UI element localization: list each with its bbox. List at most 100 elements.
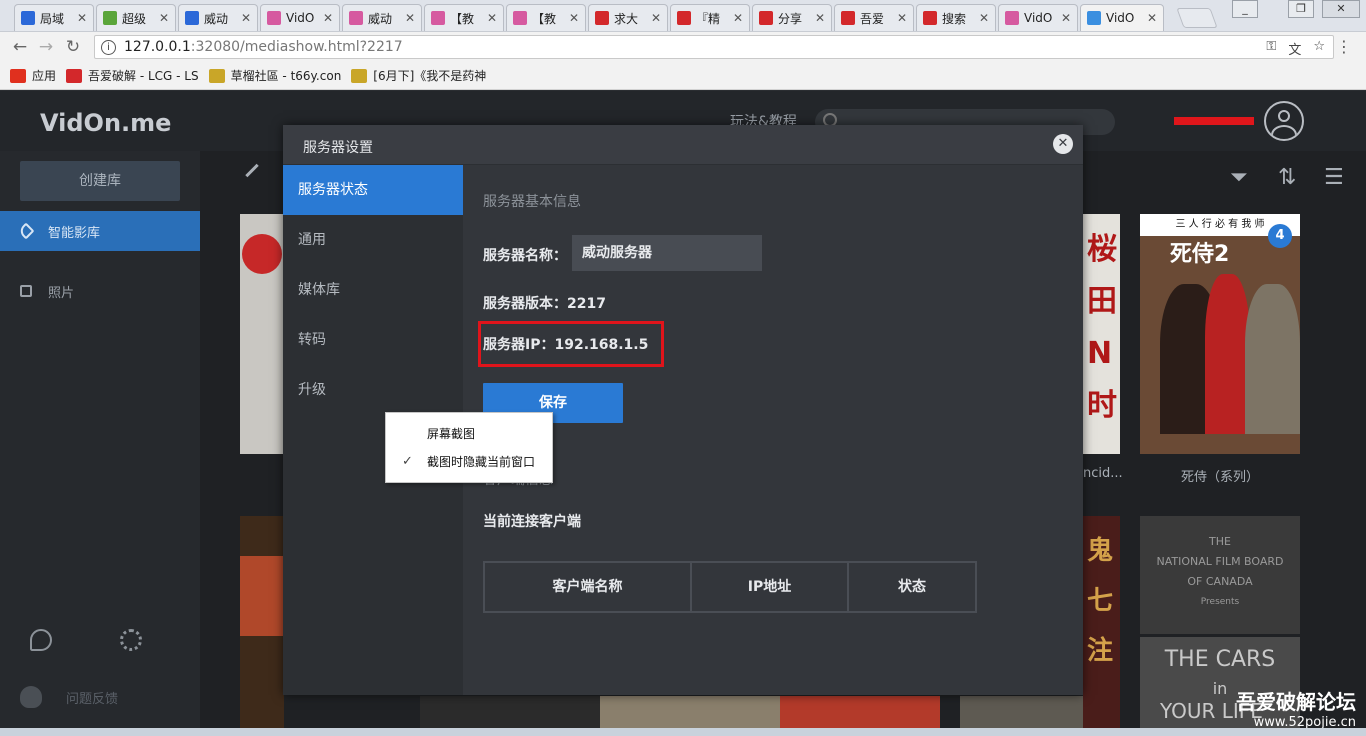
bookmark-label: [6月下]《我不是药神 [373,69,487,83]
dialog-content: 服务器基本信息 服务器名称： 威动服务器 服务器版本：2217 服务器IP：19… [463,165,1083,695]
menu-item-hide-window[interactable]: ✓ 截图时隐藏当前窗口 [386,449,552,475]
address-bar-actions: ⚿ 文 ☆ [1266,39,1325,58]
tab-close-icon[interactable]: ✕ [815,11,825,25]
tab-close-icon[interactable]: ✕ [897,11,907,25]
tab-close-icon[interactable]: ✕ [241,11,251,25]
gear-icon[interactable] [120,629,142,651]
sidebar-item-smart-library[interactable]: 智能影库 [0,211,200,251]
episode-count-badge: 4 [1268,224,1292,248]
app-page: VidOn.me 玩法&教程 创建库 智能影库 照片 问题反馈 ⏷ ⇅ ☰ 桜 … [0,91,1366,736]
tab-server-status[interactable]: 服务器状态 [283,165,463,215]
browser-tab[interactable]: 分享 ✕ [752,4,832,31]
forward-icon[interactable]: → [36,38,56,56]
tab-close-icon[interactable]: ✕ [405,11,415,25]
poster-left-bottom[interactable] [240,516,284,731]
server-ip-text: 服务器IP：192.168.1.5 [483,337,649,353]
minimize-button[interactable]: _ [1232,0,1258,18]
menu-item-screenshot[interactable]: 屏幕截图 [386,421,552,447]
bookmark-star-icon[interactable]: ☆ [1313,39,1325,58]
bookmark-item[interactable]: 应用 [10,67,56,84]
screenshot-context-menu: 屏幕截图 ✓ 截图时隐藏当前窗口 [385,412,553,483]
reload-icon[interactable]: ↻ [63,38,83,56]
tab-title: VidO [1106,11,1135,25]
new-tab-button[interactable] [1176,8,1218,28]
browser-tab[interactable]: 局域 ✕ [14,4,94,31]
tab-title: 分享 [778,11,803,26]
browser-tab[interactable]: 搜索 ✕ [916,4,996,31]
poster-figure-shape [1205,274,1250,434]
tab-title: 搜索 [942,11,967,26]
tab-favicon-icon [841,11,855,25]
tab-close-icon[interactable]: ✕ [323,11,333,25]
tab-general[interactable]: 通用 [283,215,463,265]
tab-close-icon[interactable]: ✕ [487,11,497,25]
key-icon[interactable]: ⚿ [1266,39,1276,58]
browser-tab[interactable]: VidO ✕ [998,4,1078,31]
chat-icon[interactable] [30,629,52,651]
poster-title: 死侍2 [1170,242,1230,267]
restore-button[interactable]: ❐ [1288,0,1314,18]
avatar[interactable] [1264,101,1304,141]
menu-item-label: 截图时隐藏当前窗口 [427,455,536,469]
browser-tab[interactable]: 【教 ✕ [506,4,586,31]
poster-left-top[interactable] [240,214,284,454]
view-menu-icon[interactable]: ☰ [1324,167,1344,189]
bookmark-item[interactable]: [6月下]《我不是药神 [351,67,486,84]
browser-menu-icon[interactable]: ⋮ [1336,39,1352,55]
tab-close-icon[interactable]: ✕ [77,11,87,25]
tab-favicon-icon [1005,11,1019,25]
tab-close-icon[interactable]: ✕ [651,11,661,25]
server-name-field[interactable]: 威动服务器 [572,235,762,271]
sort-icon[interactable]: ⇅ [1278,167,1296,189]
browser-tab[interactable]: VidO ✕ [260,4,340,31]
username-redacted[interactable] [1174,117,1254,125]
address-bar[interactable]: i 127.0.0.1:32080/mediashow.html?2217 ⚿ … [94,35,1334,59]
os-taskbar [0,728,1366,736]
tab-transcoding[interactable]: 转码 [283,315,463,365]
bookmark-item[interactable]: 草榴社區 - t66y.con [208,67,341,84]
browser-tab[interactable]: 威动 ✕ [342,4,422,31]
tab-close-icon[interactable]: ✕ [1061,11,1071,25]
tab-favicon-icon [1087,11,1101,25]
sidebar-item-photos[interactable]: 照片 [0,271,200,311]
poster-title: THE CARS [1164,647,1276,672]
browser-tab[interactable]: VidO ✕ [1080,4,1164,31]
column-header-ip[interactable]: IP地址 [692,563,849,611]
browser-tab[interactable]: 【教 ✕ [424,4,504,31]
tab-close-icon[interactable]: ✕ [979,11,989,25]
bookmark-item[interactable]: 吾爱破解 - LCG - LS [66,67,199,84]
poster-middle-bottom[interactable]: 鬼七注 [1083,516,1120,731]
browser-tab[interactable]: 威动 ✕ [178,4,258,31]
browser-tab[interactable]: 吾爱 ✕ [834,4,914,31]
tab-upgrade[interactable]: 升级 [283,365,463,415]
apps-grid-icon [10,68,26,83]
site-info-icon[interactable]: i [101,39,116,55]
browser-tab[interactable]: 超级 ✕ [96,4,176,31]
create-library-button[interactable]: 创建库 [20,161,180,201]
column-header-status[interactable]: 状态 [849,563,975,611]
filter-icon[interactable]: ⏷ [1230,167,1248,189]
tab-close-icon[interactable]: ✕ [733,11,743,25]
forum-watermark: 吾爱破解论坛 www.52pojie.cn [1236,686,1356,730]
avatar-body-shape [1271,125,1297,139]
column-header-client-name[interactable]: 客户端名称 [485,563,692,611]
tab-close-icon[interactable]: ✕ [159,11,169,25]
close-icon[interactable]: ✕ [1053,134,1073,154]
server-version-text: 服务器版本：2217 [483,296,606,312]
tab-media-library[interactable]: 媒体库 [283,265,463,315]
tab-favicon-icon [267,11,281,25]
feedback-link[interactable]: 问题反馈 [20,686,118,708]
poster-deadpool[interactable]: 三 人 行 必 有 我 师 死侍2 4 [1140,214,1300,454]
tab-close-icon[interactable]: ✕ [569,11,579,25]
edit-icon[interactable] [245,163,259,178]
back-icon[interactable]: ← [10,38,30,56]
browser-toolbar: ← → ↻ i 127.0.0.1:32080/mediashow.html?2… [0,32,1366,62]
poster-middle-top[interactable]: 桜田N时 [1083,214,1120,454]
browser-tab[interactable]: 『精 ✕ [670,4,750,31]
poster-nfb[interactable]: THE NATIONAL FILM BOARD OF CANADA Presen… [1140,516,1300,634]
tab-favicon-icon [185,11,199,25]
translate-icon[interactable]: 文 [1288,39,1301,58]
browser-tab[interactable]: 求大 ✕ [588,4,668,31]
close-window-button[interactable]: ✕ [1322,0,1360,18]
tab-close-icon[interactable]: ✕ [1147,11,1157,25]
